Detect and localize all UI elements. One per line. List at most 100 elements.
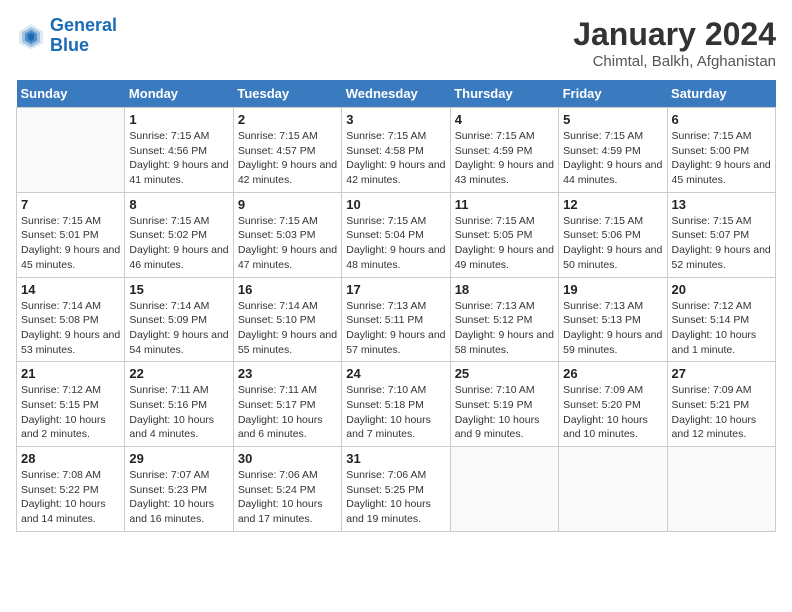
day-number: 19: [563, 282, 662, 297]
day-info: Sunrise: 7:10 AMSunset: 5:18 PMDaylight:…: [346, 383, 445, 442]
day-cell: 10 Sunrise: 7:15 AMSunset: 5:04 PMDayligh…: [342, 192, 450, 277]
page-header: General Blue January 2024 Chimtal, Balkh…: [16, 16, 776, 70]
day-cell: 2Sunrise: 7:15 AMSunset: 4:57 PMDaylight…: [233, 108, 341, 193]
day-cell: 14Sunrise: 7:14 AMSunset: 5:08 PMDayligh…: [17, 277, 125, 362]
day-cell: [450, 447, 558, 532]
day-cell: 17 Sunrise: 7:13 AMSunset: 5:11 PMDayligh…: [342, 277, 450, 362]
header-sunday: Sunday: [17, 80, 125, 108]
day-cell: 8Sunrise: 7:15 AMSunset: 5:02 PMDaylight…: [125, 192, 233, 277]
day-cell: 27Sunrise: 7:09 AMSunset: 5:21 PMDayligh…: [667, 362, 775, 447]
week-row-1: 1 Sunrise: 7:15 AMSunset: 4:56 PMDaylight…: [17, 108, 776, 193]
day-number: 15: [129, 282, 228, 297]
day-number: 22: [129, 366, 228, 381]
day-number: 30: [238, 451, 337, 466]
day-number: 13: [672, 197, 771, 212]
day-info: Sunrise: 7:15 AMSunset: 5:07 PMDaylight:…: [672, 214, 771, 273]
day-cell: 25 Sunrise: 7:10 AMSunset: 5:19 PMDayligh…: [450, 362, 558, 447]
header-saturday: Saturday: [667, 80, 775, 108]
day-number: 14: [21, 282, 120, 297]
day-info: Sunrise: 7:13 AMSunset: 5:13 PMDaylight:…: [563, 299, 662, 358]
day-number: 29: [129, 451, 228, 466]
day-cell: 26Sunrise: 7:09 AMSunset: 5:20 PMDayligh…: [559, 362, 667, 447]
week-row-2: 7 Sunrise: 7:15 AMSunset: 5:01 PMDaylight…: [17, 192, 776, 277]
day-info: Sunrise: 7:10 AMSunset: 5:19 PMDaylight:…: [455, 383, 554, 442]
day-info: Sunrise: 7:15 AMSunset: 5:01 PMDaylight:…: [21, 214, 120, 273]
day-cell: 12Sunrise: 7:15 AMSunset: 5:06 PMDayligh…: [559, 192, 667, 277]
day-cell: 9Sunrise: 7:15 AMSunset: 5:03 PMDaylight…: [233, 192, 341, 277]
month-title: January 2024: [573, 16, 776, 53]
day-info: Sunrise: 7:15 AMSunset: 4:59 PMDaylight:…: [563, 129, 662, 188]
day-number: 3: [346, 112, 445, 127]
day-cell: 30 Sunrise: 7:06 AMSunset: 5:24 PMDayligh…: [233, 447, 341, 532]
day-cell: 18 Sunrise: 7:13 AMSunset: 5:12 PMDayligh…: [450, 277, 558, 362]
header-friday: Friday: [559, 80, 667, 108]
day-cell: 6Sunrise: 7:15 AMSunset: 5:00 PMDaylight…: [667, 108, 775, 193]
day-cell: 11 Sunrise: 7:15 AMSunset: 5:05 PMDayligh…: [450, 192, 558, 277]
day-number: 11: [455, 197, 554, 212]
day-number: 21: [21, 366, 120, 381]
day-cell: 28Sunrise: 7:08 AMSunset: 5:22 PMDayligh…: [17, 447, 125, 532]
day-cell: 5 Sunrise: 7:15 AMSunset: 4:59 PMDaylight…: [559, 108, 667, 193]
day-info: Sunrise: 7:15 AMSunset: 5:03 PMDaylight:…: [238, 214, 337, 273]
day-info: Sunrise: 7:15 AMSunset: 4:56 PMDaylight:…: [129, 129, 228, 188]
day-info: Sunrise: 7:09 AMSunset: 5:21 PMDaylight:…: [672, 383, 771, 442]
day-info: Sunrise: 7:15 AMSunset: 4:58 PMDaylight:…: [346, 129, 445, 188]
title-block: January 2024 Chimtal, Balkh, Afghanistan: [573, 16, 776, 70]
day-info: Sunrise: 7:13 AMSunset: 5:11 PMDaylight:…: [346, 299, 445, 358]
day-info: Sunrise: 7:06 AMSunset: 5:25 PMDaylight:…: [346, 468, 445, 527]
day-info: Sunrise: 7:15 AMSunset: 4:57 PMDaylight:…: [238, 129, 337, 188]
day-cell: 1 Sunrise: 7:15 AMSunset: 4:56 PMDaylight…: [125, 108, 233, 193]
header-thursday: Thursday: [450, 80, 558, 108]
day-number: 31: [346, 451, 445, 466]
day-info: Sunrise: 7:12 AMSunset: 5:14 PMDaylight:…: [672, 299, 771, 358]
location-title: Chimtal, Balkh, Afghanistan: [573, 53, 776, 70]
day-cell: 7 Sunrise: 7:15 AMSunset: 5:01 PMDaylight…: [17, 192, 125, 277]
day-number: 18: [455, 282, 554, 297]
day-number: 24: [346, 366, 445, 381]
day-number: 10: [346, 197, 445, 212]
day-number: 5: [563, 112, 662, 127]
day-cell: 22 Sunrise: 7:11 AMSunset: 5:16 PMDayligh…: [125, 362, 233, 447]
day-cell: 20 Sunrise: 7:12 AMSunset: 5:14 PMDayligh…: [667, 277, 775, 362]
header-wednesday: Wednesday: [342, 80, 450, 108]
day-cell: 24 Sunrise: 7:10 AMSunset: 5:18 PMDayligh…: [342, 362, 450, 447]
day-number: 7: [21, 197, 120, 212]
day-number: 20: [672, 282, 771, 297]
day-cell: 21 Sunrise: 7:12 AMSunset: 5:15 PMDayligh…: [17, 362, 125, 447]
logo: General Blue: [16, 16, 117, 56]
day-cell: 29 Sunrise: 7:07 AMSunset: 5:23 PMDayligh…: [125, 447, 233, 532]
header-tuesday: Tuesday: [233, 80, 341, 108]
day-info: Sunrise: 7:15 AMSunset: 5:05 PMDaylight:…: [455, 214, 554, 273]
week-row-5: 28Sunrise: 7:08 AMSunset: 5:22 PMDayligh…: [17, 447, 776, 532]
day-number: 23: [238, 366, 337, 381]
day-info: Sunrise: 7:11 AMSunset: 5:17 PMDaylight:…: [238, 383, 337, 442]
day-number: 25: [455, 366, 554, 381]
logo-icon: [16, 21, 46, 51]
day-cell: 16Sunrise: 7:14 AMSunset: 5:10 PMDayligh…: [233, 277, 341, 362]
header-monday: Monday: [125, 80, 233, 108]
day-info: Sunrise: 7:14 AMSunset: 5:10 PMDaylight:…: [238, 299, 337, 358]
day-info: Sunrise: 7:06 AMSunset: 5:24 PMDaylight:…: [238, 468, 337, 527]
day-info: Sunrise: 7:11 AMSunset: 5:16 PMDaylight:…: [129, 383, 228, 442]
day-cell: 3 Sunrise: 7:15 AMSunset: 4:58 PMDaylight…: [342, 108, 450, 193]
day-number: 28: [21, 451, 120, 466]
day-cell: 23 Sunrise: 7:11 AMSunset: 5:17 PMDayligh…: [233, 362, 341, 447]
day-number: 1: [129, 112, 228, 127]
day-info: Sunrise: 7:13 AMSunset: 5:12 PMDaylight:…: [455, 299, 554, 358]
day-cell: [559, 447, 667, 532]
day-info: Sunrise: 7:15 AMSunset: 5:04 PMDaylight:…: [346, 214, 445, 273]
day-info: Sunrise: 7:07 AMSunset: 5:23 PMDaylight:…: [129, 468, 228, 527]
day-cell: 4Sunrise: 7:15 AMSunset: 4:59 PMDaylight…: [450, 108, 558, 193]
day-cell: [667, 447, 775, 532]
day-number: 26: [563, 366, 662, 381]
day-number: 17: [346, 282, 445, 297]
day-cell: 15 Sunrise: 7:14 AMSunset: 5:09 PMDayligh…: [125, 277, 233, 362]
day-cell: 13 Sunrise: 7:15 AMSunset: 5:07 PMDayligh…: [667, 192, 775, 277]
day-cell: 31 Sunrise: 7:06 AMSunset: 5:25 PMDayligh…: [342, 447, 450, 532]
logo-text: General Blue: [50, 16, 117, 56]
day-cell: 19 Sunrise: 7:13 AMSunset: 5:13 PMDayligh…: [559, 277, 667, 362]
day-info: Sunrise: 7:12 AMSunset: 5:15 PMDaylight:…: [21, 383, 120, 442]
day-info: Sunrise: 7:14 AMSunset: 5:09 PMDaylight:…: [129, 299, 228, 358]
day-info: Sunrise: 7:15 AMSunset: 5:00 PMDaylight:…: [672, 129, 771, 188]
day-number: 8: [129, 197, 228, 212]
